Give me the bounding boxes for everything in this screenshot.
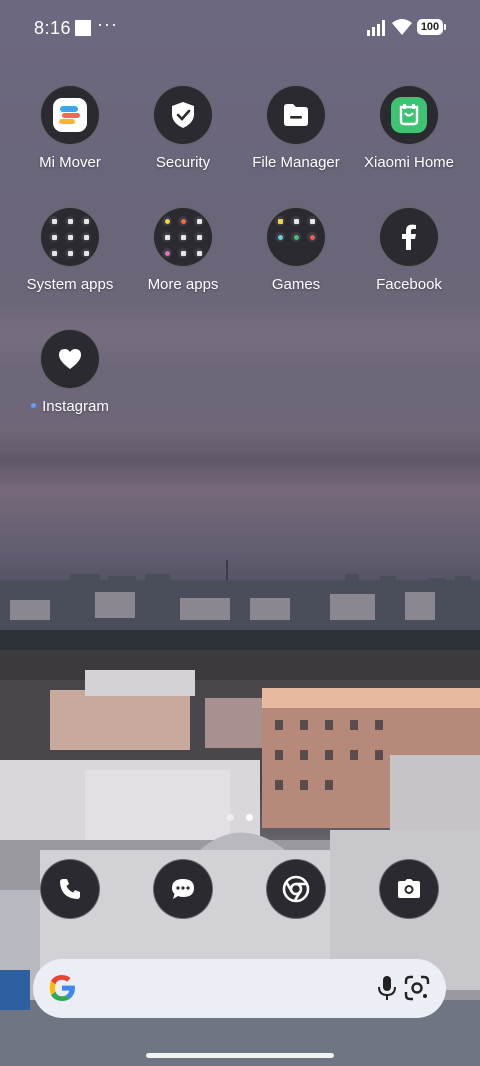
dock-phone[interactable] <box>40 859 100 919</box>
clock: 8:16 <box>34 18 72 38</box>
google-search-bar[interactable] <box>33 959 446 1018</box>
app-security[interactable]: Security <box>123 85 243 171</box>
heart-icon <box>40 329 100 389</box>
app-label: Mi Mover <box>39 154 101 171</box>
app-label: File Manager <box>252 154 340 171</box>
folder-preview-icon <box>266 207 326 267</box>
dock-messages[interactable] <box>153 859 213 919</box>
gesture-nav-bar[interactable] <box>146 1053 334 1058</box>
phone-icon <box>60 879 80 899</box>
app-label: More apps <box>147 276 219 293</box>
folder-icon <box>266 85 326 145</box>
folder-preview-icon <box>40 207 100 267</box>
microphone-icon[interactable] <box>376 975 398 1001</box>
app-label: Facebook <box>376 276 442 293</box>
app-instagram[interactable]: Instagram <box>10 329 130 415</box>
folder-system-apps[interactable]: System apps <box>10 207 130 293</box>
folder-preview-icon <box>153 207 213 267</box>
battery-icon: 100 <box>417 19 446 35</box>
google-g-icon <box>49 975 75 1001</box>
app-facebook[interactable]: Facebook <box>349 207 469 293</box>
message-icon <box>172 879 194 899</box>
folder-games[interactable]: Games <box>236 207 356 293</box>
shield-icon <box>153 85 213 145</box>
wifi-icon <box>392 19 412 35</box>
camera-icon <box>398 879 420 898</box>
facebook-icon <box>379 207 439 267</box>
dock-chrome[interactable] <box>266 859 326 919</box>
status-bar: 8:16 ··· 100 <box>0 0 480 56</box>
app-xiaomi-home[interactable]: Xiaomi Home <box>349 85 469 171</box>
chrome-icon <box>282 875 310 903</box>
app-mi-mover[interactable]: Mi Mover <box>10 85 130 171</box>
folder-more-apps[interactable]: More apps <box>123 207 243 293</box>
app-label: Xiaomi Home <box>363 154 455 171</box>
google-lens-icon[interactable] <box>404 975 430 1001</box>
dock-camera[interactable] <box>379 859 439 919</box>
page-dot-1[interactable] <box>227 814 234 821</box>
cellular-signal-icon <box>367 20 385 36</box>
app-label: Games <box>271 276 321 293</box>
app-label: Instagram <box>10 398 130 415</box>
app-label: Security <box>155 154 211 171</box>
page-indicator[interactable] <box>0 808 480 826</box>
more-notifications-icon: ··· <box>97 14 118 34</box>
app-label: System apps <box>26 276 114 293</box>
new-install-dot <box>31 402 37 408</box>
app-file-manager[interactable]: File Manager <box>236 85 356 171</box>
mi-mover-icon <box>40 85 100 145</box>
page-dot-2[interactable] <box>246 814 253 821</box>
notification-icon <box>75 20 91 36</box>
xiaomi-home-icon <box>379 85 439 145</box>
